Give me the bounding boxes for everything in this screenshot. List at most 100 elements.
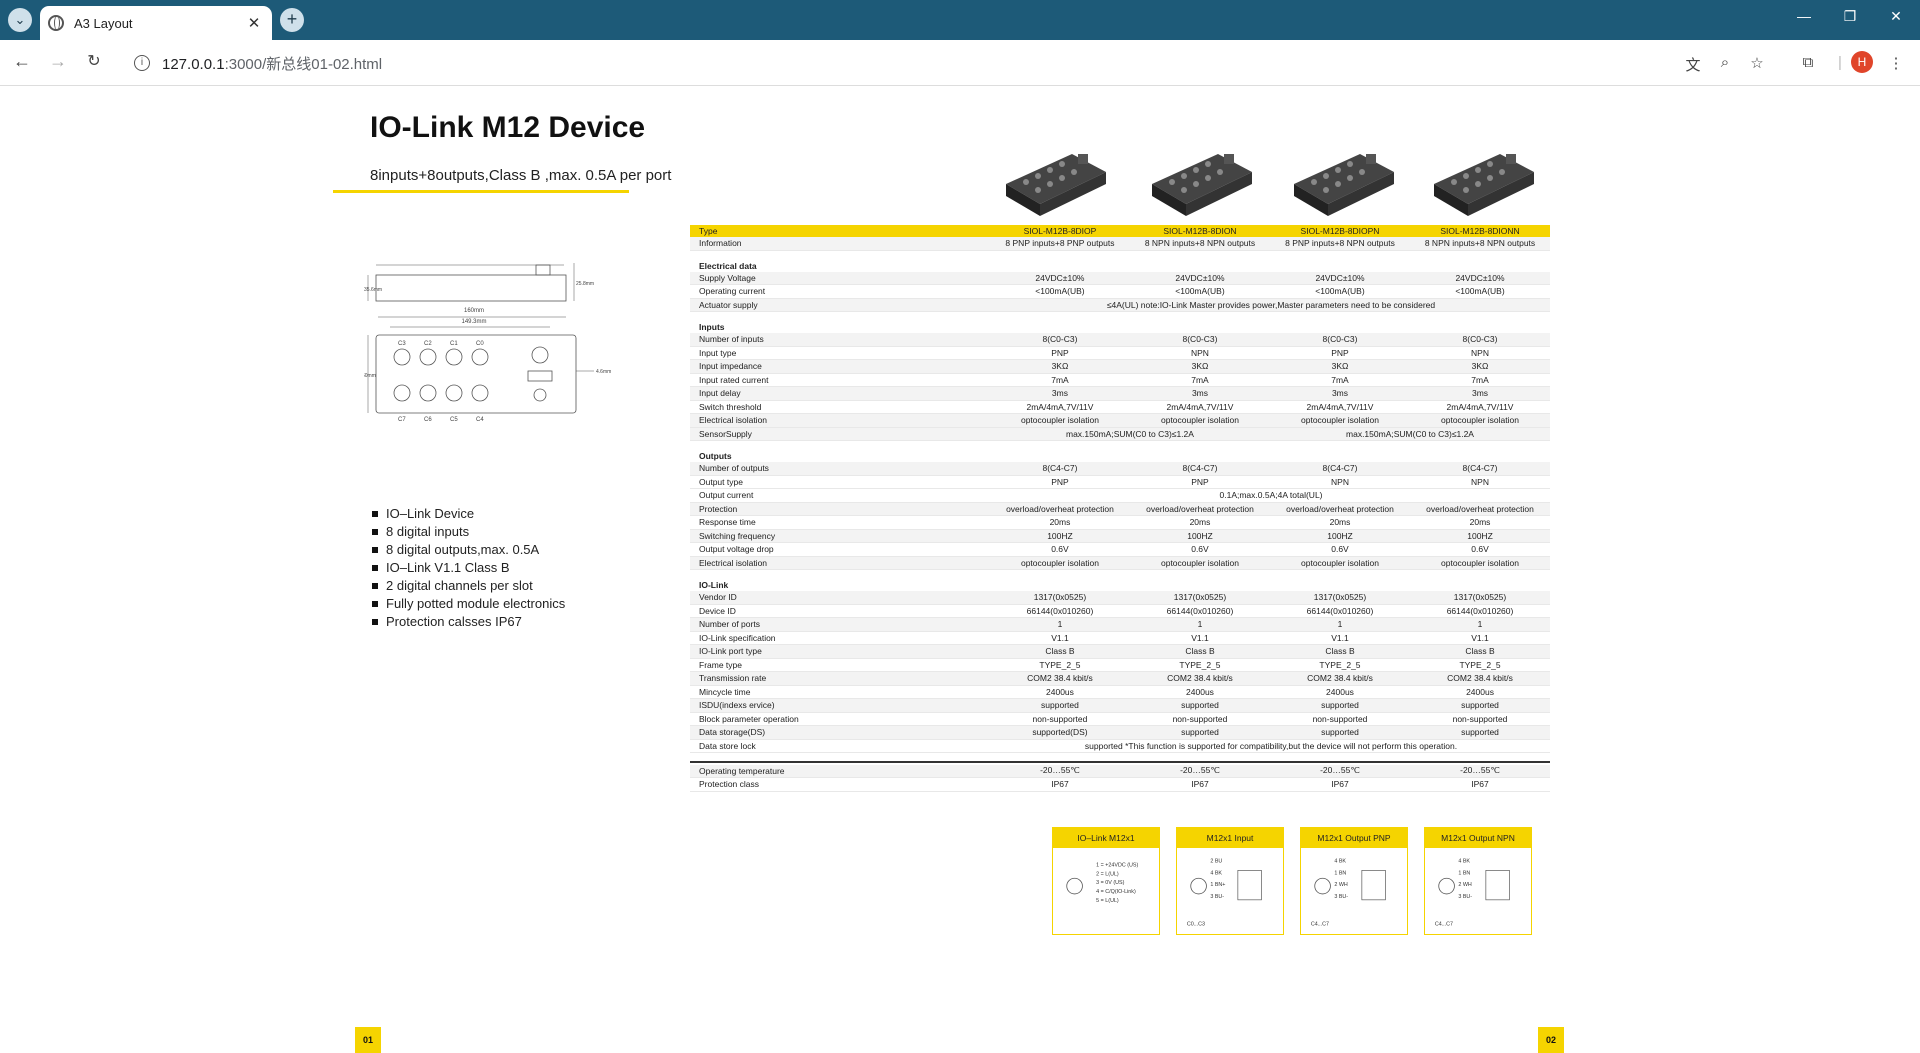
connector-symbol [1066, 877, 1083, 895]
load-symbol [1485, 870, 1510, 901]
product-images [1002, 144, 1550, 224]
back-arrow-icon[interactable]: ← [10, 51, 34, 72]
svg-text:C0: C0 [476, 341, 484, 347]
table-row: ISDU(indexs ervice) supported supported sup… [690, 699, 1550, 713]
page-number-left: 01 [355, 1027, 381, 1053]
profile-avatar[interactable]: H [1851, 51, 1873, 73]
connector-symbol [1190, 877, 1207, 895]
url-text: 127.0.0.1:3000/新总线01-02.html [162, 55, 383, 73]
section-heading: Outputs [699, 451, 732, 461]
table-row: Protection overload/overheat protection ov… [690, 502, 1550, 516]
list-item: IO–Link V1.1 Class B [372, 559, 565, 577]
table-row: SensorSupply max.150mA;SUM(C0 to C3)≤1.2A… [690, 427, 1550, 441]
list-item: IO–Link Device [372, 505, 565, 523]
site-info-icon[interactable]: i [134, 55, 150, 71]
pinout-label: 5 = L(UL) [1096, 898, 1119, 904]
product-image [1294, 154, 1394, 216]
restore-icon[interactable]: ❐ [1830, 8, 1870, 25]
zoom-icon[interactable]: ⌕ [1715, 54, 1735, 71]
pinout-diagram: M12x1 Output PNP 4 BK 1 BN 2 WH 3 BU- C4...C7 [1300, 827, 1408, 935]
table-row: Supply Voltage 24VDC±10% 24VDC±10% 24VDC±10… [690, 271, 1550, 285]
pinout-title: M12x1 Output NPN [1425, 828, 1531, 848]
table-row: Protection class IP67 IP67 IP67 IP67 [690, 778, 1550, 792]
section-heading: Electrical data [699, 260, 757, 271]
table-row: Information 8 PNP inputs+8 PNP outputs 8 … [690, 237, 1550, 251]
pinout-title: M12x1 Output PNP [1301, 828, 1407, 848]
pinout-label: C4...C7 [1311, 921, 1329, 927]
pinout-diagram: M12x1 Output NPN 4 BK 1 BN 2 WH 3 BU- C4...C7 [1424, 827, 1532, 935]
list-item: 2 digital channels per slot [372, 577, 565, 595]
svg-text:C1: C1 [450, 341, 458, 347]
section-heading: Inputs [699, 322, 725, 332]
svg-text:C4: C4 [476, 417, 484, 423]
table-row: Input impedance 3KΩ 3KΩ 3KΩ 3KΩ [690, 360, 1550, 374]
list-item: 8 digital inputs [372, 523, 565, 541]
tab-a3-layout[interactable]: A3 Layout ✕ [40, 6, 272, 40]
tab-title: A3 Layout [74, 15, 133, 31]
menu-dots-icon[interactable]: ⋮ [1886, 54, 1906, 72]
window-close-icon[interactable]: ✕ [1876, 8, 1916, 25]
svg-text:160mm: 160mm [464, 308, 484, 314]
table-row: Input rated current 7mA 7mA 7mA 7mA [690, 374, 1550, 387]
svg-text:60mm: 60mm [364, 373, 376, 379]
pinout-label: 1 = +24VDC (US) [1096, 862, 1138, 868]
pinout-label: 3 BU- [1334, 894, 1348, 900]
connector-symbol [1314, 877, 1331, 895]
pinout-label: 1 BN [1334, 870, 1346, 876]
translate-icon[interactable]: 文 [1683, 54, 1703, 75]
pinout-label: 1 BN [1458, 870, 1470, 876]
load-symbol [1361, 870, 1386, 901]
pinout-label: 3 = 0V (US) [1096, 880, 1124, 886]
pinout-label: 2 BU [1210, 859, 1222, 865]
pinout-label: 4 BK [1210, 870, 1222, 876]
new-tab-button[interactable]: + [280, 8, 304, 32]
svg-text:149.3mm: 149.3mm [461, 319, 486, 325]
pinout-label: 4 BK [1334, 859, 1346, 865]
product-image [1152, 154, 1252, 216]
table-row: Vendor ID 1317(0x0525) 1317(0x0525) 1317(0x… [690, 591, 1550, 605]
table-row: Frame type TYPE_2_5 TYPE_2_5 TYPE_2_5 TYPE_2… [690, 659, 1550, 672]
address-bar[interactable]: i 127.0.0.1:3000/新总线01-02.html [124, 47, 1844, 79]
load-symbol [1237, 870, 1262, 901]
table-row: Number of inputs 8(C0-C3) 8(C0-C3) 8(C0-C3)… [690, 333, 1550, 347]
bookmark-star-icon[interactable]: ☆ [1747, 54, 1767, 72]
reload-icon[interactable]: ↻ [82, 51, 106, 71]
svg-text:C3: C3 [398, 341, 406, 347]
table-row: Mincycle time 2400us 2400us 2400us 2400us [690, 686, 1550, 699]
minimize-icon[interactable]: — [1784, 8, 1824, 24]
list-item: Fully potted module electronics [372, 595, 565, 613]
document-page: IO-Link M12 Device 8inputs+8outputs,Clas… [0, 87, 1920, 1053]
toolbar-divider: | [1838, 54, 1842, 71]
spec-table: Type SIOL-M12B-8DIOP SIOL-M12B-8DION SIOL-… [690, 225, 1550, 792]
pinout-schematic: 1 = +24VDC (US) 2 = L(UL) 3 = 0V (US) 4 = C… [1066, 862, 1139, 904]
svg-text:C6: C6 [424, 417, 432, 423]
table-row: Number of outputs 8(C4-C7) 8(C4-C7) 8(C4-C7… [690, 462, 1550, 476]
feature-list: IO–Link Device 8 digital inputs 8 digita… [372, 505, 565, 631]
product-image [1434, 154, 1534, 216]
table-row: Switching frequency 100HZ 100HZ 100HZ 100HZ [690, 529, 1550, 543]
page-title: IO-Link M12 Device [370, 111, 646, 144]
pinout-label: 2 WH [1334, 882, 1348, 888]
table-row: Number of ports 1 1 1 1 [690, 618, 1550, 632]
table-row: Output voltage drop 0.6V 0.6V 0.6V 0.6V [690, 543, 1550, 557]
browser-toolbar: ← → ↻ i 127.0.0.1:3000/新总线01-02.html 文 ⌕… [0, 40, 1920, 86]
pinout-label: 4 = C/Q(IO-Link) [1096, 889, 1136, 895]
pinout-label: 3 BU- [1210, 894, 1224, 900]
table-row: Operating current <100mA(UB) <100mA(UB) <10… [690, 285, 1550, 299]
pinout-label: 4 BK [1458, 859, 1470, 865]
table-row: Operating temperature -20…55℃ -20…55℃ -20…5… [690, 764, 1550, 778]
pinout-title: M12x1 Input [1177, 828, 1283, 848]
pinout-label: 1 BN+ [1210, 882, 1225, 888]
svg-text:35.6mm: 35.6mm [364, 287, 382, 293]
page-number-right: 02 [1538, 1027, 1564, 1053]
svg-text:C7: C7 [398, 417, 406, 423]
tab-search-chevron-icon[interactable]: ⌄ [8, 8, 32, 32]
close-icon[interactable]: ✕ [244, 14, 264, 32]
pinout-diagram: IO–Link M12x1 1 = +24VDC (US) 2 = L(UL) 3 =… [1052, 827, 1160, 935]
product-image [1006, 154, 1106, 216]
table-row: IO-Link port type Class B Class B Class B Cl… [690, 645, 1550, 659]
forward-arrow-icon[interactable]: → [46, 51, 70, 72]
table-row: Electrical isolation optocoupler isolatio… [690, 556, 1550, 570]
extensions-icon[interactable]: ⧉ [1798, 54, 1818, 71]
table-row: Output current 0.1A;max.0.5A;4A total(UL) [690, 489, 1550, 503]
